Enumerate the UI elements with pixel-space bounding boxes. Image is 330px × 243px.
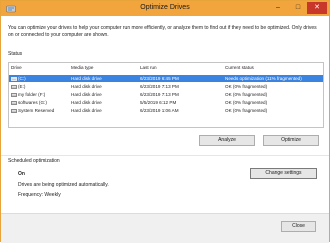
current-status: OK (0% fragmented) (225, 92, 268, 97)
maximize-button[interactable]: □ (289, 2, 307, 14)
schedule-frequency: Frequency: Weekly (18, 192, 61, 198)
drive-row-g[interactable]: softwares (G:) Hard disk drive 5/5/2019 … (9, 99, 323, 106)
media-type: Hard disk drive (71, 92, 102, 97)
scheduled-optimization-label: Scheduled optimization (8, 158, 60, 164)
last-run: 5/5/2019 6:12 PM (140, 100, 177, 105)
optimize-button[interactable]: Optimize (263, 135, 319, 146)
hard-drive-icon (11, 108, 17, 113)
minimize-button[interactable]: – (269, 2, 287, 14)
last-run: 6/23/2019 1:06 AM (140, 108, 179, 113)
media-type: Hard disk drive (71, 84, 102, 89)
footer-bar (1, 213, 329, 243)
schedule-state: On (18, 171, 25, 177)
hard-drive-icon (11, 76, 17, 81)
status-label: Status (8, 51, 23, 57)
title-bar[interactable]: Optimize Drives – □ ✕ (1, 1, 329, 16)
change-settings-button[interactable]: Change settings (250, 168, 317, 179)
drive-row-f[interactable]: my folder (F:) Hard disk drive 6/23/2019… (9, 91, 323, 98)
current-status: OK (0% fragmented) (225, 100, 268, 105)
drive-name: (C:) (18, 76, 26, 81)
section-divider (1, 155, 329, 156)
intro-text: You can optimize your drives to help you… (8, 25, 317, 38)
media-type: Hard disk drive (71, 108, 102, 113)
current-status: OK (0% fragmented) (225, 108, 268, 113)
media-type: Hard disk drive (71, 100, 102, 105)
drive-row-c[interactable]: (C:) Hard disk drive 6/23/2019 6:45 PM N… (9, 75, 323, 82)
hard-drive-icon (11, 100, 17, 105)
drive-row-e[interactable]: (E:) Hard disk drive 6/23/2019 7:13 PM O… (9, 83, 323, 90)
drives-list[interactable]: Drive Media type Last run Current status… (8, 62, 324, 128)
last-run: 6/23/2019 6:45 PM (140, 76, 179, 81)
hard-drive-icon (11, 92, 17, 97)
hard-drive-icon (11, 84, 17, 89)
list-header: Drive Media type Last run Current status (9, 64, 323, 71)
optimize-drives-window: Optimize Drives – □ ✕ You can optimize y… (0, 0, 330, 243)
close-button[interactable]: Close (281, 221, 316, 232)
analyze-button[interactable]: Analyze (199, 135, 255, 146)
column-header-media-type[interactable]: Media type (71, 64, 137, 71)
media-type: Hard disk drive (71, 76, 102, 81)
drive-name: System Reserved (18, 108, 55, 113)
current-status: Needs optimization (11% fragmented) (225, 76, 302, 81)
column-header-drive[interactable]: Drive (11, 64, 67, 71)
column-header-current-status[interactable]: Current status (225, 64, 321, 71)
drive-name: (E:) (18, 84, 26, 89)
drive-row-system-reserved[interactable]: System Reserved Hard disk drive 6/23/201… (9, 107, 323, 114)
column-header-last-run[interactable]: Last run (140, 64, 210, 71)
schedule-description: Drives are being optimized automatically… (18, 182, 109, 188)
last-run: 6/23/2019 7:13 PM (140, 92, 179, 97)
drive-name: softwares (G:) (18, 100, 47, 105)
last-run: 6/23/2019 7:13 PM (140, 84, 179, 89)
close-window-button[interactable]: ✕ (307, 2, 327, 14)
drive-name: my folder (F:) (18, 92, 46, 97)
current-status: OK (0% fragmented) (225, 84, 268, 89)
